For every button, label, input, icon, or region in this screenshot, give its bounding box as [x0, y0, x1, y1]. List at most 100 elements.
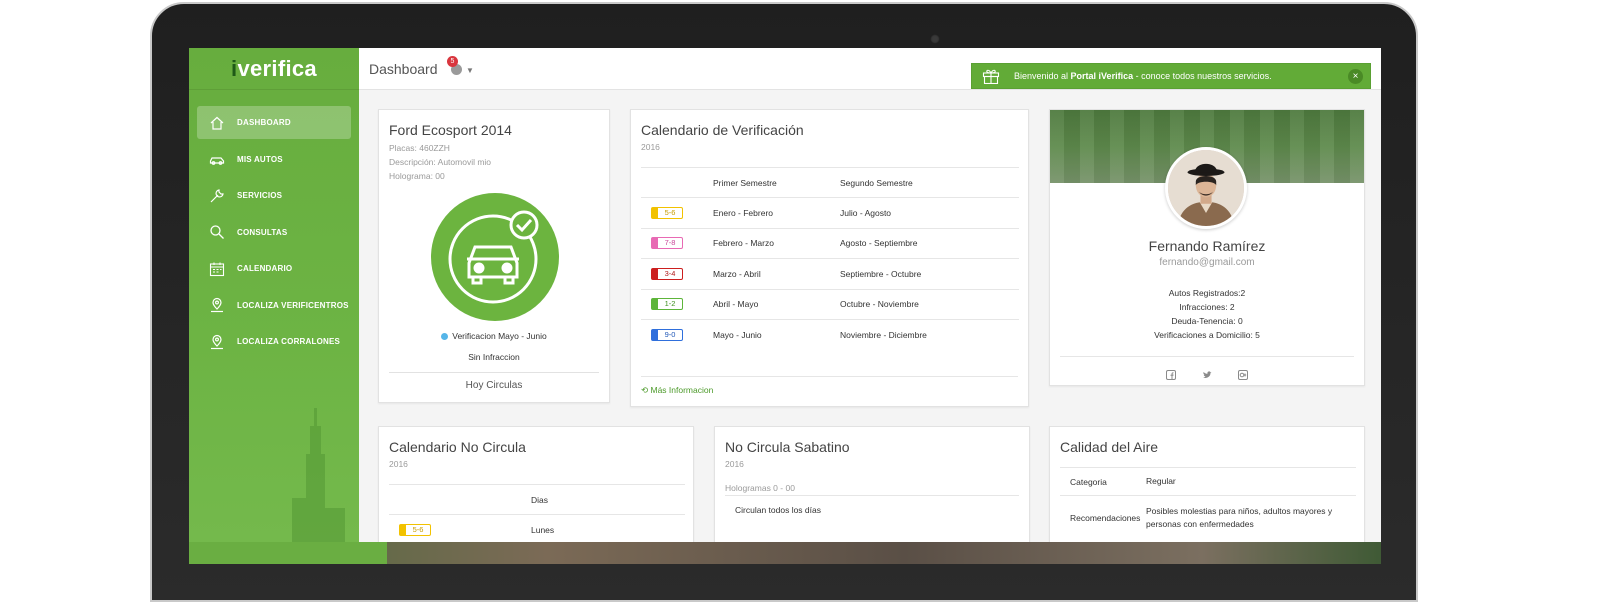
close-icon[interactable]: ×	[1348, 69, 1363, 84]
table-cell: Marzo - Abril	[713, 268, 761, 279]
google-plus-icon[interactable]	[1238, 367, 1248, 380]
sidebar-item-label: MIS AUTOS	[237, 154, 283, 164]
sidebar-item-mis-autos[interactable]: MIS AUTOS	[197, 143, 351, 176]
status-dot	[441, 333, 449, 340]
divider	[1060, 356, 1354, 357]
sidebar-nav: DASHBOARD MIS AUTOS SERVICIOS CONSULTAS …	[189, 90, 359, 358]
no-circula-table: Dias 5-6 Lunes	[389, 484, 685, 542]
avatar[interactable]	[1165, 147, 1247, 229]
search-icon	[210, 225, 224, 239]
welcome-text: Bienvenido al Portal iVerifica - conoce …	[1014, 71, 1272, 81]
social-links	[1050, 367, 1364, 380]
page-title: Dashboard	[369, 61, 438, 77]
sidebar-item-localiza-corralones[interactable]: LOCALIZA CORRALONES	[197, 325, 351, 358]
table-cell: Posibles molestias para niños, adultos m…	[1146, 505, 1333, 529]
sidebar-item-localiza-verificentros[interactable]: LOCALIZA VERIFICENTROS	[197, 289, 351, 322]
table-row: 3-4 Marzo - Abril Septiembre - Octubre	[641, 258, 1019, 289]
card-year: 2016	[641, 142, 660, 152]
plate-tag: 3-4	[651, 267, 683, 280]
table-cell: Lunes	[531, 524, 555, 535]
wrench-icon	[210, 188, 224, 202]
table-cell: Enero - Febrero	[713, 207, 773, 218]
no-circula-sabatino-card: No Circula Sabatino 2016 Hologramas 0 - …	[714, 426, 1030, 542]
brand-name: verifica	[237, 55, 317, 81]
sidebar-item-label: DASHBOARD	[237, 118, 291, 127]
table-cell: Abril - Mayo	[713, 299, 759, 310]
calendar-icon	[209, 262, 225, 276]
column-header: Segundo Semestre	[840, 177, 913, 188]
table-cell: Agosto - Septiembre	[840, 238, 918, 249]
camera-icon	[930, 34, 940, 44]
plate-tag: 5-6	[651, 206, 683, 219]
verification-status-icon	[431, 193, 559, 321]
divider	[725, 495, 1019, 496]
map-pin-icon	[211, 334, 223, 349]
sidebar-item-label: CALENDARIO	[237, 264, 293, 273]
plate-tag: 1-2	[651, 298, 683, 311]
table-row: 9-0 Mayo - Junio Noviembre - Diciembre	[641, 319, 1019, 350]
column-header: Primer Semestre	[713, 177, 777, 188]
column-header: Dias	[531, 494, 549, 505]
card-title: No Circula Sabatino	[725, 439, 850, 455]
plate-tag: 9-0	[651, 328, 683, 341]
sidebar-item-dashboard[interactable]: DASHBOARD	[197, 106, 351, 139]
profile-name: Fernando Ramírez	[1148, 238, 1266, 254]
more-info-link[interactable]: ⟲ Más Informacion	[641, 376, 1018, 396]
card-year: 2016	[389, 459, 408, 469]
table-cell: Recomendaciones	[1070, 512, 1141, 523]
hoy-circulas-label: Hoy Circulas	[465, 380, 523, 391]
stat-infracciones: Infracciones: 2	[1179, 302, 1235, 312]
air-quality-card: Calidad del Aire Categoria Regular Recom…	[1049, 426, 1365, 542]
car-holograma: Holograma: 00	[389, 171, 445, 181]
air-quality-table: Categoria Regular Recomendaciones Posibl…	[1060, 467, 1356, 539]
table-header: Dias	[389, 484, 685, 514]
sidebar-bottom-edge	[189, 542, 387, 564]
table-cell: Mayo - Junio	[713, 329, 762, 340]
chevron-down-icon: ▼	[466, 66, 474, 75]
table-cell: Octubre - Noviembre	[840, 299, 919, 310]
table-cell: Regular	[1146, 476, 1176, 486]
table-row: 1-2 Abril - Mayo Octubre - Noviembre	[641, 288, 1019, 320]
gift-icon	[982, 69, 1000, 84]
car-placas: Placas: 460ZZH	[389, 143, 450, 153]
car-infraccion: Sin Infraccion	[468, 352, 520, 362]
app-screen: i verifica DASHBOARD MIS AUTOS SERVICIOS …	[189, 48, 1381, 542]
hologramas-label: Hologramas 0 - 00	[725, 483, 795, 493]
sidebar-item-label: SERVICIOS	[237, 191, 283, 200]
car-descripcion: Descripción: Automovil mio	[389, 157, 492, 167]
table-row: Categoria Regular	[1060, 467, 1356, 495]
home-icon	[210, 116, 224, 130]
brand-logo[interactable]: i verifica	[189, 48, 359, 90]
table-cell: Noviembre - Diciembre	[840, 329, 927, 340]
car-card: Ford Ecosport 2014 Placas: 460ZZH Descri…	[378, 109, 610, 403]
card-year: 2016	[725, 459, 744, 469]
notifications-button[interactable]: 5 ▼	[447, 56, 474, 78]
refresh-icon: ⟲	[641, 385, 649, 395]
twitter-icon[interactable]	[1202, 367, 1212, 378]
card-title: Calendario de Verificación	[641, 122, 804, 138]
sidebar: i verifica DASHBOARD MIS AUTOS SERVICIOS …	[189, 48, 359, 542]
facebook-icon[interactable]	[1166, 367, 1176, 380]
sidebar-item-label: CONSULTAS	[237, 227, 288, 237]
divider	[389, 372, 599, 373]
table-row: Recomendaciones Posibles molestias para …	[1060, 495, 1356, 539]
welcome-banner: Bienvenido al Portal iVerifica - conoce …	[971, 63, 1371, 89]
card-title: Calendario No Circula	[389, 439, 526, 455]
plate-tag: 7-8	[651, 237, 683, 250]
sidebar-item-label: LOCALIZA VERIFICENTROS	[237, 300, 349, 310]
table-cell: Febrero - Marzo	[713, 238, 774, 249]
map-pin-icon	[211, 297, 223, 313]
car-title: Ford Ecosport 2014	[389, 122, 512, 138]
sabatino-text: Circulan todos los días	[735, 505, 821, 515]
sidebar-item-calendario[interactable]: CALENDARIO	[197, 252, 351, 285]
table-row: 5-6 Lunes	[389, 514, 685, 542]
card-title: Calidad del Aire	[1060, 439, 1159, 455]
sidebar-item-consultas[interactable]: CONSULTAS	[197, 216, 351, 249]
stat-autos: Autos Registrados:2	[1168, 288, 1246, 298]
plate-tag: 5-6	[399, 523, 431, 536]
table-cell: Categoria	[1070, 476, 1107, 487]
sidebar-item-servicios[interactable]: SERVICIOS	[197, 179, 351, 212]
table-cell: Julio - Agosto	[840, 207, 892, 218]
verification-calendar-card: Calendario de Verificación 2016 Primer S…	[630, 109, 1029, 407]
sidebar-item-label: LOCALIZA CORRALONES	[237, 337, 341, 346]
